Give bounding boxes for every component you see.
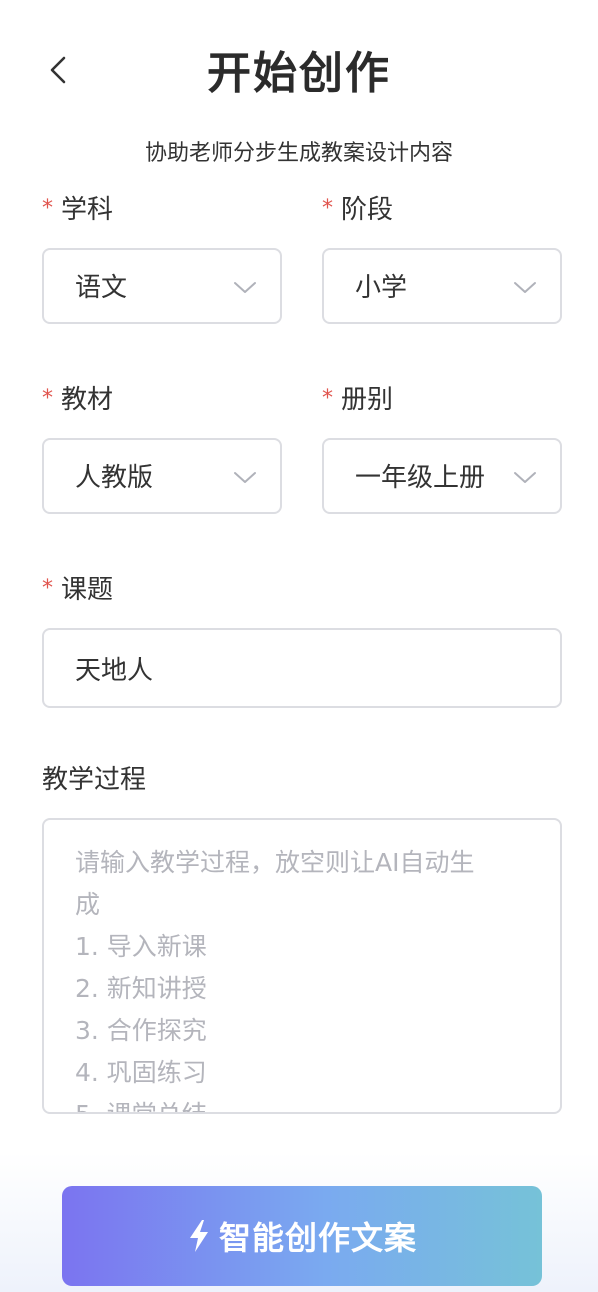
chevron-down-icon xyxy=(234,472,256,483)
placeholder-line: 成 xyxy=(75,890,101,919)
page-subtitle: 协助老师分步生成教案设计内容 xyxy=(144,141,453,166)
required-mark: * xyxy=(42,196,53,221)
volume-select[interactable]: 一年级上册 xyxy=(322,438,562,514)
required-mark: * xyxy=(42,576,53,601)
placeholder-line: 4. 巩固练习 xyxy=(75,1058,207,1087)
placeholder-line: 2. 新知讲授 xyxy=(75,974,207,1003)
chevron-down-icon xyxy=(514,472,536,483)
placeholder-line: 请输入教学过程，放空则让AI自动生 xyxy=(75,848,475,877)
process-textarea[interactable]: 请输入教学过程，放空则让AI自动生 成 1. 导入新课 2. 新知讲授 3. 合… xyxy=(42,818,562,1114)
stage-label-text: 阶段 xyxy=(341,195,394,225)
topic-label-text: 课题 xyxy=(61,575,114,605)
process-label: 教学过程 xyxy=(42,765,147,795)
page-title: 开始创作 xyxy=(207,48,391,99)
subject-value: 语文 xyxy=(75,273,128,303)
chevron-down-icon xyxy=(514,282,536,293)
textbook-label-text: 教材 xyxy=(61,385,114,415)
required-mark: * xyxy=(322,386,333,411)
textbook-label: * 教材 xyxy=(42,382,113,420)
volume-value: 一年级上册 xyxy=(355,463,486,493)
stage-value: 小学 xyxy=(355,273,408,303)
subject-label-text: 学科 xyxy=(61,195,114,225)
lightning-icon xyxy=(189,1220,208,1252)
required-mark: * xyxy=(322,196,333,221)
stage-select[interactable]: 小学 xyxy=(322,248,562,324)
placeholder-line: 1. 导入新课 xyxy=(75,932,207,961)
stage-label: * 阶段 xyxy=(322,192,393,230)
generate-button-label: 智能创作文案 xyxy=(218,1219,417,1257)
placeholder-line: 3. 合作探究 xyxy=(75,1016,207,1045)
subject-select[interactable]: 语文 xyxy=(42,248,282,324)
chevron-down-icon xyxy=(234,282,256,293)
topic-label: * 课题 xyxy=(42,572,113,610)
placeholder-line: 5. 课堂总结 xyxy=(75,1094,538,1112)
textbook-select[interactable]: 人教版 xyxy=(42,438,282,514)
required-mark: * xyxy=(42,386,53,411)
process-placeholder: 请输入教学过程，放空则让AI自动生 成 1. 导入新课 2. 新知讲授 3. 合… xyxy=(75,842,538,1112)
textbook-value: 人教版 xyxy=(75,463,154,493)
topic-input[interactable] xyxy=(42,628,562,708)
subject-label: * 学科 xyxy=(42,192,113,230)
generate-button[interactable]: 智能创作文案 xyxy=(62,1186,542,1286)
volume-label-text: 册别 xyxy=(341,385,394,415)
volume-label: * 册别 xyxy=(322,382,393,420)
